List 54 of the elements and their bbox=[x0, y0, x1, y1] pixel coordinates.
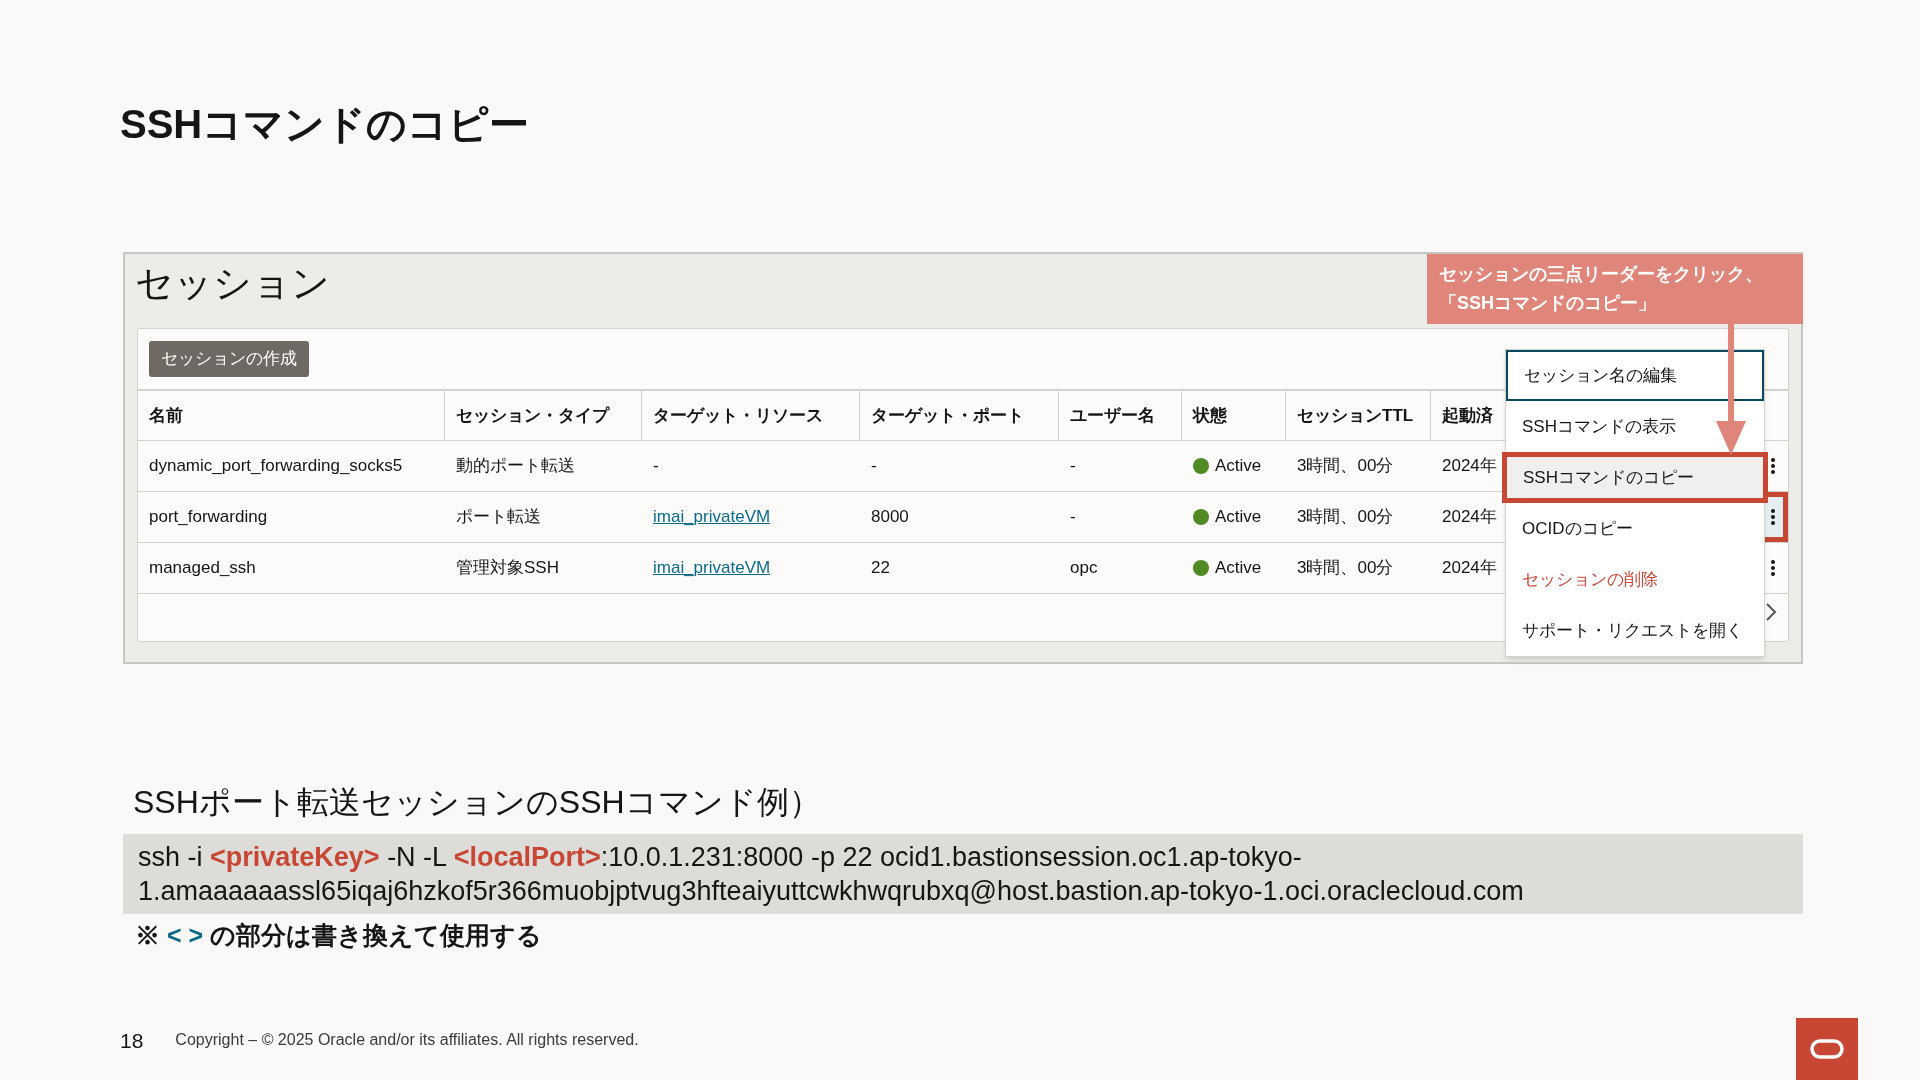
column-header: 名前 bbox=[149, 404, 183, 427]
note-text: ※ < > の部分は書き換えて使用する bbox=[135, 920, 543, 951]
table-cell: - bbox=[653, 456, 659, 476]
table-cell: ポート転送 bbox=[456, 507, 541, 527]
column-header: 起動済 bbox=[1442, 404, 1493, 427]
table-cell: 2024年 bbox=[1442, 456, 1497, 476]
page-number: 18 bbox=[120, 1027, 144, 1054]
resource-link[interactable]: imai_privateVM bbox=[653, 507, 771, 527]
table-cell: - bbox=[871, 456, 877, 476]
chevron-right-icon[interactable] bbox=[1765, 602, 1777, 622]
table-cell: 3時間、00分 bbox=[1297, 507, 1394, 527]
table-cell: 管理対象SSH bbox=[456, 558, 559, 578]
slide-title: SSHコマンドのコピー bbox=[120, 101, 530, 148]
more-icon[interactable] bbox=[1771, 458, 1775, 474]
table-cell: 8000 bbox=[871, 507, 909, 527]
column-header: セッション・タイプ bbox=[456, 404, 609, 427]
menu-item[interactable]: セッション名の編集 bbox=[1506, 350, 1764, 401]
table-cell: 22 bbox=[871, 558, 890, 578]
column-header: ユーザー名 bbox=[1070, 404, 1155, 427]
table-cell: 2024年 bbox=[1442, 507, 1497, 527]
table-cell: 3時間、00分 bbox=[1297, 558, 1394, 578]
menu-item[interactable]: SSHコマンドのコピー bbox=[1502, 452, 1768, 503]
table-cell: - bbox=[1070, 456, 1076, 476]
status-text: Active bbox=[1215, 455, 1262, 478]
create-session-button[interactable]: セッションの作成 bbox=[149, 341, 309, 377]
logo-icon bbox=[1810, 1039, 1844, 1059]
table-cell: managed_ssh bbox=[149, 558, 256, 578]
status-text: Active bbox=[1215, 557, 1262, 580]
column-header: ターゲット・リソース bbox=[653, 404, 823, 427]
resource-link[interactable]: imai_privateVM bbox=[653, 558, 771, 578]
callout-text: セッションの三点リーダーをクリック、 bbox=[1439, 263, 1763, 286]
command-text: 1.amaaaaaassl65iqaj6hzkof5r366muobjptvug3hfteaiyuttcwkhwqrubxq@host.bastion.ap-tokyo-1.oci.oraclecloud.com bbox=[138, 875, 1525, 908]
menu-item[interactable]: SSHコマンドの表示 bbox=[1506, 401, 1764, 452]
table-cell: dynamic_port_forwarding_socks5 bbox=[149, 456, 403, 476]
table-cell: 2024年 bbox=[1442, 558, 1497, 578]
example-label: SSHポート転送セッションのSSHコマンド例） bbox=[133, 783, 821, 822]
column-header: ターゲット・ポート bbox=[871, 404, 1024, 427]
callout-text: 「SSHコマンドのコピー」 bbox=[1439, 292, 1656, 315]
menu-item[interactable]: セッションの削除 bbox=[1506, 554, 1764, 605]
command-text: ssh -i <privateKey> -N -L <localPort>:10.0.1.231:8000 -p 22 ocid1.bastionsession.oc1.ap-tokyo- bbox=[138, 841, 1303, 874]
copyright-text: Copyright – © 2025 Oracle and/or its affiliates. All rights reserved. bbox=[175, 1030, 639, 1051]
menu-item[interactable]: サポート・リクエストを開く bbox=[1506, 605, 1764, 656]
table-cell: port_forwarding bbox=[149, 507, 268, 527]
column-header: セッションTTL bbox=[1297, 404, 1414, 427]
table-cell: 動的ポート転送 bbox=[456, 456, 575, 476]
table-cell: 3時間、00分 bbox=[1297, 456, 1394, 476]
more-icon[interactable] bbox=[1771, 509, 1775, 525]
status-text: Active bbox=[1215, 506, 1262, 529]
menu-item[interactable]: OCIDのコピー bbox=[1506, 503, 1764, 554]
page-heading: セッション bbox=[135, 261, 330, 306]
column-header: 状態 bbox=[1193, 404, 1227, 427]
table-cell: opc bbox=[1070, 558, 1098, 578]
more-icon[interactable] bbox=[1771, 560, 1775, 576]
table-cell: - bbox=[1070, 507, 1076, 527]
